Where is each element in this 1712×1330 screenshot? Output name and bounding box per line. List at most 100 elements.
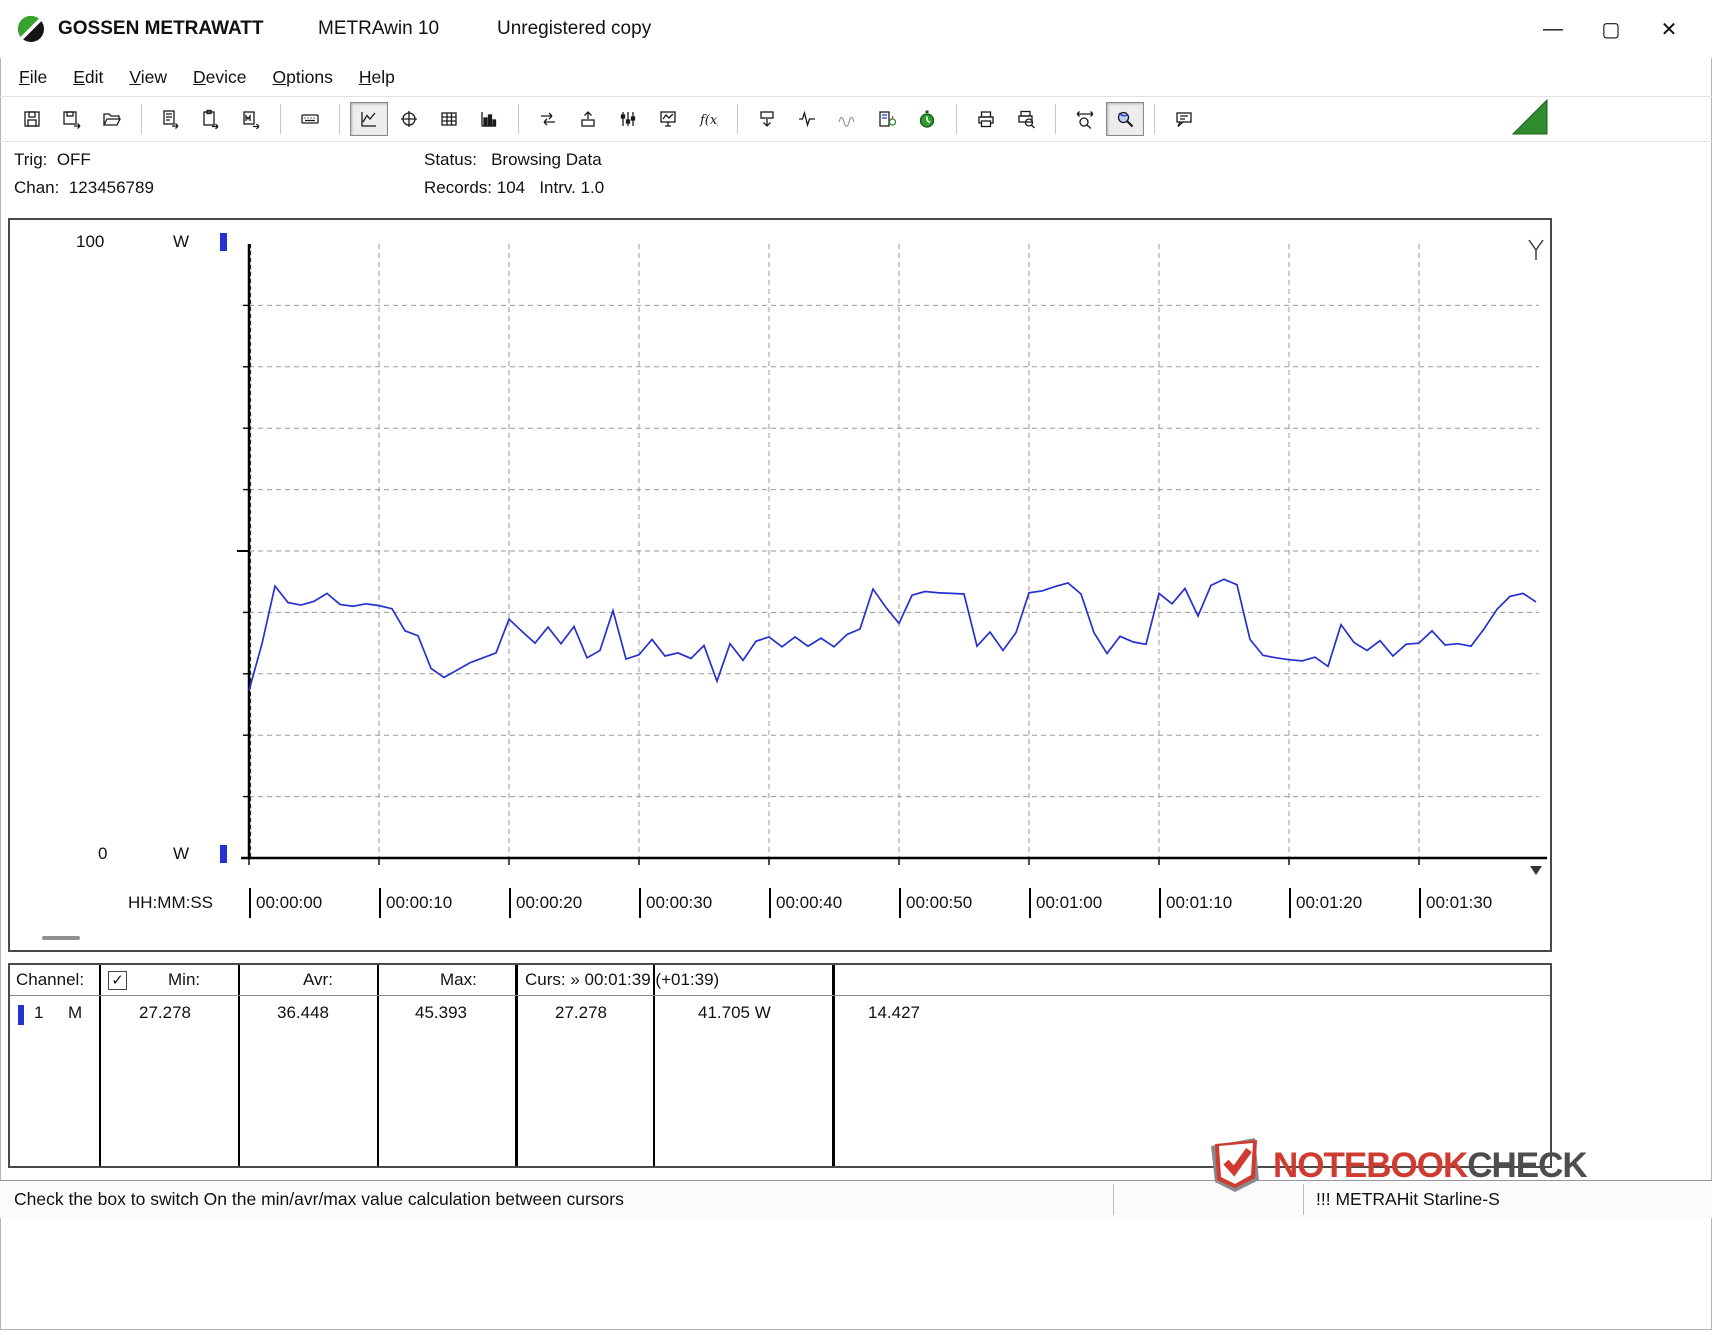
signal-icon xyxy=(797,109,817,129)
signal-offline-button[interactable] xyxy=(828,102,866,136)
view-table-button[interactable] xyxy=(430,102,468,136)
x-tick-label: 00:00:30 xyxy=(639,888,712,918)
device-read-icon xyxy=(757,109,777,129)
crosshair-icon xyxy=(399,109,419,129)
toolbar-separator xyxy=(1154,104,1155,134)
x-tick-label: 00:00:00 xyxy=(249,888,322,918)
view-scope-button[interactable] xyxy=(390,102,428,136)
channel-color-bar xyxy=(18,1005,24,1025)
trig-status: Trig: OFF xyxy=(14,150,91,170)
min-value: 27.278 xyxy=(139,1003,191,1023)
notebookcheck-watermark: NOTEBOOKCHECK xyxy=(1205,1136,1587,1196)
device-upload-button[interactable] xyxy=(569,102,607,136)
view-line-chart-button[interactable] xyxy=(350,102,388,136)
toolbar-separator xyxy=(141,104,142,134)
device-sync-icon xyxy=(877,109,897,129)
device-read-button[interactable] xyxy=(748,102,786,136)
device-upload-icon xyxy=(578,109,598,129)
max-value: 45.393 xyxy=(415,1003,467,1023)
channel-color-marker-top xyxy=(220,233,227,251)
close-button[interactable]: ✕ xyxy=(1640,0,1698,58)
print-button[interactable] xyxy=(967,102,1005,136)
cursor-column-header: Curs: » 00:01:39 (+01:39) xyxy=(525,970,719,990)
signal-gray-icon xyxy=(837,109,857,129)
transfer-settings-button[interactable] xyxy=(529,102,567,136)
save-button[interactable] xyxy=(13,102,51,136)
max-column-header: Max: xyxy=(440,970,477,990)
toolbar-separator xyxy=(956,104,957,134)
menu-view[interactable]: View xyxy=(116,59,180,95)
gossen-metrawatt-logo-icon xyxy=(16,14,46,44)
notebookcheck-text-gray: CHECK xyxy=(1467,1146,1586,1185)
menu-options[interactable]: Options xyxy=(260,59,346,95)
interval-value: 1.0 xyxy=(581,178,605,197)
formula-button[interactable]: f(x) xyxy=(689,102,727,136)
channel-color-marker-bottom xyxy=(220,845,227,863)
maximize-button[interactable]: ▢ xyxy=(1582,0,1640,58)
annotation-button[interactable] xyxy=(1165,102,1203,136)
print-preview-icon xyxy=(1016,109,1036,129)
chart-region: 100 W 0 W HH:MM:SS 00:00:00 00:00:10 00:… xyxy=(8,218,1552,952)
x-tick-label: 00:01:20 xyxy=(1289,888,1362,918)
export-memory-icon xyxy=(241,109,261,129)
print-preview-button[interactable] xyxy=(1007,102,1045,136)
x-tick-label: 00:01:30 xyxy=(1419,888,1492,918)
device-status: Status: Browsing Data xyxy=(424,150,602,170)
status-label: Status: xyxy=(424,150,477,169)
x-tick-label: 00:00:10 xyxy=(379,888,452,918)
min-avr-max-checkbox[interactable]: ✓ xyxy=(108,971,127,990)
view-bar-chart-button[interactable] xyxy=(470,102,508,136)
menu-bar: File Edit View Device Options Help xyxy=(0,58,1712,96)
chan-status: Chan: 123456789 xyxy=(14,178,154,198)
status-value: Browsing Data xyxy=(491,150,602,169)
menu-edit[interactable]: Edit xyxy=(60,59,116,95)
device-sync-button[interactable] xyxy=(868,102,906,136)
menu-file[interactable]: File xyxy=(6,59,60,95)
save-setup-icon xyxy=(62,109,82,129)
app-window: GOSSEN METRAWATT METRAwin 10 Unregistere… xyxy=(0,0,1712,1330)
stopwatch-icon xyxy=(917,109,937,129)
notebookcheck-text-red: NOTEBOOK xyxy=(1273,1146,1467,1185)
window-controls: — ▢ ✕ xyxy=(1524,0,1698,58)
x-axis-format-label: HH:MM:SS xyxy=(128,888,213,918)
menu-help[interactable]: Help xyxy=(346,59,408,95)
table-icon xyxy=(439,109,459,129)
zoom-icon xyxy=(1115,109,1135,129)
chan-value: 123456789 xyxy=(69,178,154,197)
window-brand: GOSSEN METRAWATT xyxy=(58,0,263,58)
save-setup-button[interactable] xyxy=(53,102,91,136)
menu-device[interactable]: Device xyxy=(180,59,260,95)
device-sliders-button[interactable] xyxy=(609,102,647,136)
plot-area[interactable] xyxy=(249,244,1539,858)
trig-value: OFF xyxy=(57,150,91,169)
avr-column-header: Avr: xyxy=(303,970,333,990)
window-license-label: Unregistered copy xyxy=(497,0,651,58)
x-tick-label: 00:00:50 xyxy=(899,888,972,918)
y-axis-max-label: 100 xyxy=(76,232,104,252)
zoom-horizontal-icon xyxy=(1075,109,1095,129)
zoom-time-axis-button[interactable] xyxy=(1066,102,1104,136)
horizontal-scrollbar-thumb[interactable] xyxy=(42,936,80,940)
stopwatch-button[interactable] xyxy=(908,102,946,136)
notebookcheck-wordmark: NOTEBOOKCHECK xyxy=(1273,1146,1587,1186)
toolbar-separator xyxy=(1055,104,1056,134)
x-tick-label: 00:00:20 xyxy=(509,888,582,918)
zoom-mode-button[interactable] xyxy=(1106,102,1144,136)
cursor-a-value: 27.278 xyxy=(555,1003,607,1023)
save-icon xyxy=(22,109,42,129)
y-axis-min-label: 0 xyxy=(98,844,107,864)
trig-label: Trig: xyxy=(14,150,47,169)
minimize-button[interactable]: — xyxy=(1524,0,1582,58)
export-memory-button[interactable] xyxy=(232,102,270,136)
export-clipboard-button[interactable] xyxy=(192,102,230,136)
keyboard-display-button[interactable] xyxy=(291,102,329,136)
toolbar-separator xyxy=(339,104,340,134)
device-monitor-button[interactable] xyxy=(649,102,687,136)
toolbar-separator xyxy=(737,104,738,134)
svg-text:f(x): f(x) xyxy=(699,113,718,128)
signal-live-button[interactable] xyxy=(788,102,826,136)
formula-icon: f(x) xyxy=(698,109,718,129)
export-text-button[interactable] xyxy=(152,102,190,136)
open-file-button[interactable] xyxy=(93,102,131,136)
x-tick-label: 00:01:00 xyxy=(1029,888,1102,918)
